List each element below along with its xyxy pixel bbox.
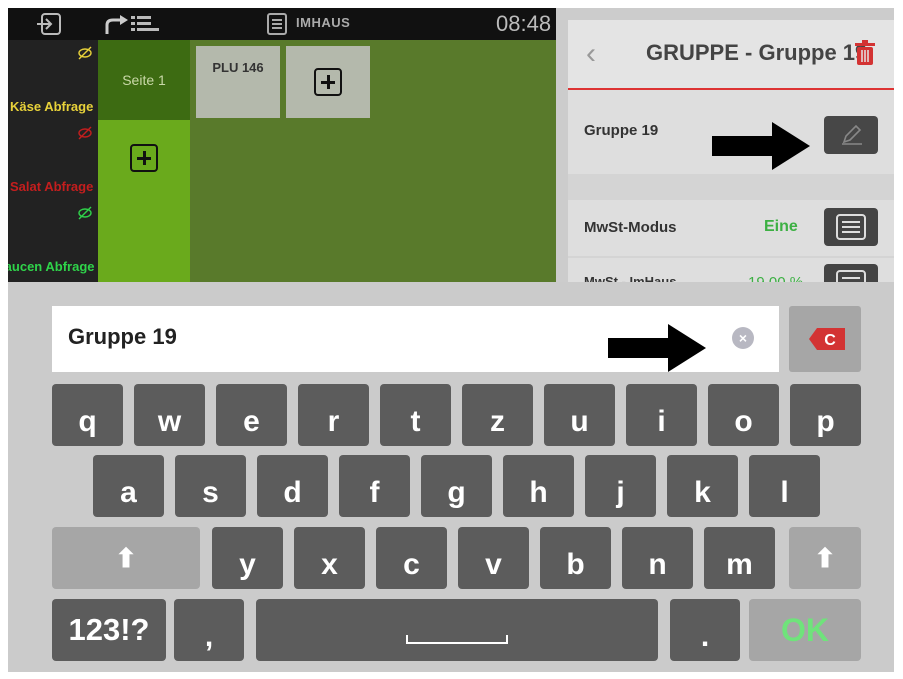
category-label: Saucen Abfrage [8,259,95,274]
shift-key-left[interactable]: ⬆ [52,527,200,589]
pencil-icon [842,124,862,145]
backspace-icon: C [809,328,845,350]
delete-key[interactable]: C [789,306,861,372]
on-screen-keyboard: Gruppe 19 × C qwertzuiop asdfghjkl ⬆ yxc… [8,282,894,672]
key-z[interactable]: z [462,384,533,446]
page-column: Seite 1 [98,40,190,290]
category-label: Käse Abfrage [10,99,94,114]
app-screen: IMHAUS 08:48 Käse Abfrage Salat Abfrage … [8,8,894,672]
delete-label: C [824,332,836,349]
clear-input-icon[interactable]: × [732,327,754,349]
key-o[interactable]: o [708,384,779,446]
status-bar: IMHAUS 08:48 [8,8,556,40]
eye-hidden-icon[interactable] [78,46,92,60]
input-value: Gruppe 19 [68,324,177,349]
key-q[interactable]: q [52,384,123,446]
mwst-mode-label: MwSt-Modus [584,219,677,236]
key-a[interactable]: a [93,455,164,517]
clock: 08:48 [496,11,552,36]
receipt-icon [267,13,287,35]
shift-key-right[interactable]: ⬆ [789,527,861,589]
logout-icon[interactable] [36,13,62,35]
key-c[interactable]: c [376,527,447,589]
category-label: Salat Abfrage [10,179,94,194]
space-key[interactable] [256,599,658,661]
add-product-icon [314,68,342,96]
text-input-field[interactable]: Gruppe 19 × [52,306,779,372]
group-name-label: Gruppe 19 [584,122,659,139]
key-g[interactable]: g [421,455,492,517]
key-k[interactable]: k [667,455,738,517]
key-n[interactable]: n [622,527,693,589]
trash-icon[interactable] [854,40,876,66]
mwst-mode-value: Eine [764,218,798,235]
annotation-arrow-icon [712,122,810,170]
plu-tile[interactable]: PLU 146 [196,46,280,118]
comma-key[interactable]: , [174,599,244,661]
period-key[interactable]: . [670,599,740,661]
key-x[interactable]: x [294,527,365,589]
forward-list-icon[interactable] [104,13,160,35]
mwst-mode-list-button[interactable] [824,208,878,246]
add-product-tile[interactable] [286,46,370,118]
space-bar-icon [406,635,508,644]
key-w[interactable]: w [134,384,205,446]
key-j[interactable]: j [585,455,656,517]
key-e[interactable]: e [216,384,287,446]
annotation-arrow-icon [608,324,706,372]
key-m[interactable]: m [704,527,775,589]
key-p[interactable]: p [790,384,861,446]
key-b[interactable]: b [540,527,611,589]
eye-hidden-icon[interactable] [78,126,92,140]
edit-name-button[interactable] [824,116,878,154]
back-chevron-icon[interactable]: ‹ [586,39,596,69]
key-l[interactable]: l [749,455,820,517]
panel-title: GRUPPE - Gruppe 19 [646,40,868,65]
category-item-saucen[interactable]: Saucen Abfrage [8,200,98,280]
key-t[interactable]: t [380,384,451,446]
mwst-mode-row: MwSt-Modus Eine [568,200,894,256]
group-detail-panel: ‹ GRUPPE - Gruppe 19 Gruppe 19 MwSt-Modu [568,20,894,302]
page-tab-seite-1[interactable]: Seite 1 [98,40,190,120]
key-u[interactable]: u [544,384,615,446]
eye-hidden-icon[interactable] [78,206,92,220]
list-icon [836,214,866,240]
category-column: Käse Abfrage Salat Abfrage Saucen Abfrag… [8,40,98,290]
key-v[interactable]: v [458,527,529,589]
category-item-salat[interactable]: Salat Abfrage [8,120,98,200]
key-h[interactable]: h [503,455,574,517]
numbers-key[interactable]: 123!? [52,599,166,661]
key-s[interactable]: s [175,455,246,517]
mode-title: IMHAUS [296,15,351,30]
panel-header: ‹ GRUPPE - Gruppe 19 [568,20,894,90]
ok-key[interactable]: OK [749,599,861,661]
product-grid: PLU 146 [190,40,556,290]
category-item-kaese[interactable]: Käse Abfrage [8,40,98,120]
key-r[interactable]: r [298,384,369,446]
key-i[interactable]: i [626,384,697,446]
add-page-icon[interactable] [130,144,158,172]
key-y[interactable]: y [212,527,283,589]
key-f[interactable]: f [339,455,410,517]
key-d[interactable]: d [257,455,328,517]
